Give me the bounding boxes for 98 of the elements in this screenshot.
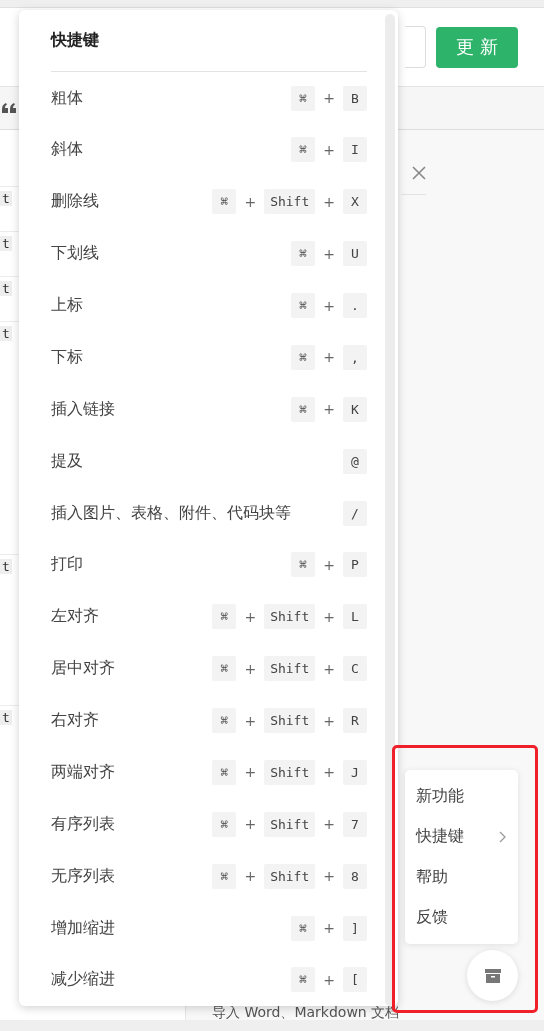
key-cap: / <box>343 500 367 526</box>
shortcut-label: 删除线 <box>51 191 99 213</box>
key-cap: ⌘ <box>212 811 237 837</box>
plus-sign: + <box>323 816 335 833</box>
key-cap: ⌘ <box>212 759 237 785</box>
key-cap: C <box>343 656 367 682</box>
key-cap: K <box>343 396 367 422</box>
key-cap: Shift <box>264 656 316 682</box>
shortcut-label: 左对齐 <box>51 606 99 628</box>
plus-sign: + <box>323 608 335 625</box>
key-cap: ⌘ <box>291 137 316 163</box>
key-cap: Shift <box>264 863 316 889</box>
plus-sign: + <box>244 660 257 677</box>
key-cap: ⌘ <box>212 189 237 215</box>
plus-sign: + <box>323 297 335 314</box>
key-cap: 7 <box>343 811 367 837</box>
key-cap: U <box>343 241 367 267</box>
key-cap: I <box>343 137 367 163</box>
plus-sign: + <box>323 556 335 573</box>
key-cap: ⌘ <box>291 915 316 941</box>
key-cap: ⌘ <box>291 344 316 370</box>
key-cap: [ <box>343 967 367 993</box>
menu-item[interactable]: 新功能 <box>405 776 518 817</box>
shortcut-label: 减少缩进 <box>51 969 115 991</box>
shortcut-label: 上标 <box>51 295 83 317</box>
plus-sign: + <box>323 349 335 366</box>
key-cap: Shift <box>264 811 316 837</box>
key-fragment: t <box>0 235 12 251</box>
shortcut-label: 插入链接 <box>51 398 115 420</box>
archive-icon <box>484 968 501 983</box>
key-fragment: t <box>0 280 12 296</box>
shortcut-label: 增加缩进 <box>51 917 115 939</box>
key-cap: ⌘ <box>291 396 316 422</box>
key-cap: ⌘ <box>291 85 316 111</box>
shortcut-label: 无序列表 <box>51 865 115 887</box>
key-cap: ⌘ <box>212 604 237 630</box>
menu-item[interactable]: 反馈 <box>405 897 518 938</box>
shortcut-label: 打印 <box>51 554 83 576</box>
key-cap: X <box>343 189 367 215</box>
key-fragment: t <box>0 558 12 574</box>
close-icon[interactable] <box>412 166 426 180</box>
plus-sign: + <box>323 141 335 158</box>
plus-sign: + <box>323 245 335 262</box>
key-cap: L <box>343 604 367 630</box>
key-cap: ⌘ <box>212 708 237 734</box>
plus-sign: + <box>323 868 335 885</box>
key-cap: ⌘ <box>212 656 237 682</box>
key-cap: ⌘ <box>291 241 316 267</box>
shortcut-label: 斜体 <box>51 139 83 161</box>
shortcut-label: 插入图片、表格、附件、代码块等 <box>51 502 291 524</box>
shortcut-label: 粗体 <box>51 87 83 109</box>
key-cap: J <box>343 759 367 785</box>
plus-sign: + <box>323 764 335 781</box>
quote-icon[interactable] <box>2 103 16 113</box>
shortcut-label: 居中对齐 <box>51 658 115 680</box>
key-cap: Shift <box>264 604 316 630</box>
plus-sign: + <box>244 608 257 625</box>
shortcut-label: 提及 <box>51 450 83 472</box>
key-cap: ⌘ <box>291 552 316 578</box>
key-cap: , <box>343 344 367 370</box>
key-cap: Shift <box>264 708 316 734</box>
shortcut-label: 下划线 <box>51 243 99 265</box>
plus-sign: + <box>323 712 335 729</box>
plus-sign: + <box>244 193 257 210</box>
plus-sign: + <box>244 868 257 885</box>
key-fragment: t <box>0 709 12 725</box>
scrollbar[interactable] <box>385 14 395 1006</box>
shortcut-label: 两端对齐 <box>51 761 115 783</box>
shortcut-label: 有序列表 <box>51 813 115 835</box>
key-cap: ] <box>343 915 367 941</box>
plus-sign: + <box>323 193 335 210</box>
key-cap: ⌘ <box>212 863 237 889</box>
key-cap: @ <box>343 448 367 474</box>
plus-sign: + <box>323 660 335 677</box>
shortcut-label: 下标 <box>51 346 83 368</box>
plus-sign: + <box>323 90 335 107</box>
key-cap: R <box>343 708 367 734</box>
plus-sign: + <box>244 816 257 833</box>
panel-title: 快捷键 <box>51 10 367 73</box>
key-cap: Shift <box>264 759 316 785</box>
plus-sign: + <box>244 712 257 729</box>
plus-sign: + <box>244 764 257 781</box>
menu-item[interactable]: 快捷键 <box>405 816 518 857</box>
key-cap: Shift <box>264 189 316 215</box>
key-fragment: t <box>0 325 12 341</box>
key-cap: B <box>343 85 367 111</box>
plus-sign: + <box>323 920 335 937</box>
plus-sign: + <box>323 401 335 418</box>
key-fragment: t <box>0 190 12 206</box>
key-cap: 8 <box>343 863 367 889</box>
menu-item[interactable]: 帮助 <box>405 857 518 898</box>
shortcut-label: 右对齐 <box>51 710 99 732</box>
key-cap: P <box>343 552 367 578</box>
key-cap: ⌘ <box>291 967 316 993</box>
key-cap: . <box>343 293 367 319</box>
key-cap: ⌘ <box>291 293 316 319</box>
chevron-right-icon <box>499 830 506 843</box>
plus-sign: + <box>323 971 335 988</box>
